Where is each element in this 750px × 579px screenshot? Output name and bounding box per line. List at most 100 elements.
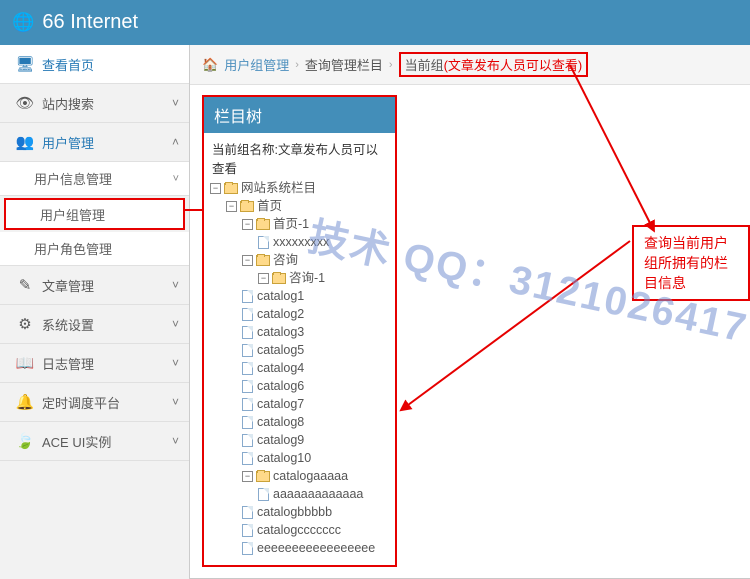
app-title: 66 Internet — [42, 11, 138, 34]
breadcrumb-mid: 查询管理栏目 — [305, 55, 383, 74]
sidebar-item[interactable]: 📖日志管理˅ — [0, 344, 189, 383]
tree-node[interactable]: catalog3 — [210, 323, 389, 341]
sidebar-item-label: 日志管理 — [42, 354, 172, 373]
annotation-callout: 查询当前用户组所拥有的栏目信息 — [632, 225, 750, 301]
tree-node-label: xxxxxxxxx — [273, 233, 329, 251]
tree-toggle-icon[interactable]: − — [242, 255, 253, 266]
sidebar-item[interactable]: 👁 站内搜索˅ — [0, 84, 189, 123]
sidebar-item[interactable]: 🖥 查看首页 — [0, 45, 189, 84]
tree-node[interactable]: catalog2 — [210, 305, 389, 323]
tree-node-label: catalog7 — [257, 395, 304, 413]
tree-node-label: 首页-1 — [273, 215, 309, 233]
sidebar-icon: 👁 — [14, 94, 36, 112]
page-icon — [242, 416, 253, 429]
tree-node-label: catalog4 — [257, 359, 304, 377]
tree-node[interactable]: −咨询 — [210, 251, 389, 269]
sidebar-icon: ⚙ — [14, 315, 36, 333]
chevron-icon: ˅ — [172, 96, 179, 110]
sidebar-subitem[interactable]: 用户组管理 — [4, 198, 185, 230]
tree-node[interactable]: −咨询-1 — [210, 269, 389, 287]
sidebar-item[interactable]: 🔔 定时调度平台˅ — [0, 383, 189, 422]
breadcrumb-link[interactable]: 用户组管理 — [224, 55, 289, 74]
tree-node-label: catalog9 — [257, 431, 304, 449]
tree-node[interactable]: eeeeeeeeeeeeeeeee — [210, 539, 389, 557]
sidebar-item[interactable]: ⚙ 系统设置˅ — [0, 305, 189, 344]
tree-node-label: 网站系统栏目 — [241, 179, 316, 197]
tree-node[interactable]: catalogbbbbb — [210, 503, 389, 521]
folder-icon — [240, 201, 254, 212]
tree-node[interactable]: catalog8 — [210, 413, 389, 431]
tree-node[interactable]: aaaaaaaaaaaaa — [210, 485, 389, 503]
chevron-right-icon: › — [389, 59, 393, 71]
tree-node-label: 首页 — [257, 197, 282, 215]
tree-node[interactable]: catalog1 — [210, 287, 389, 305]
sidebar-item[interactable]: 👥 用户管理˄ — [0, 123, 189, 162]
tree-node[interactable]: catalog10 — [210, 449, 389, 467]
page-icon — [242, 362, 253, 375]
layout: 🖥查看首页👁站内搜索˅👥用户管理˄用户信息管理˅用户组管理用户角色管理✎文章管理… — [0, 45, 750, 579]
tree-panel-subtitle: 当前组名称:文章发布人员可以查看 — [204, 133, 395, 179]
chevron-icon: ˅ — [172, 434, 179, 448]
page-icon — [242, 290, 253, 303]
sidebar-icon: 🔔 — [14, 393, 36, 411]
page-icon — [242, 398, 253, 411]
sidebar-item-label: 文章管理 — [42, 276, 172, 295]
sidebar-item-label: 站内搜索 — [42, 94, 172, 113]
tree-toggle-icon[interactable]: − — [226, 201, 237, 212]
chevron-icon: ˅ — [172, 395, 179, 409]
page-icon — [242, 524, 253, 537]
sidebar-icon: 🖥 — [14, 55, 36, 73]
folder-icon — [256, 255, 270, 266]
chevron-icon: ˅ — [172, 356, 179, 370]
tree-node[interactable]: catalog9 — [210, 431, 389, 449]
sidebar-icon: 🍃 — [14, 432, 36, 450]
tree-panel: 栏目树 当前组名称:文章发布人员可以查看 −网站系统栏目−首页−首页-1xxxx… — [202, 95, 397, 567]
sidebar-subitem-label: 用户组管理 — [40, 205, 105, 224]
page-icon — [242, 452, 253, 465]
sidebar-item-label: 系统设置 — [42, 315, 172, 334]
sidebar-item[interactable]: ✎文章管理˅ — [0, 266, 189, 305]
breadcrumb-current: 当前组(文章发布人员可以查看) — [399, 52, 589, 77]
tree-node[interactable]: catalog6 — [210, 377, 389, 395]
globe-icon: 🌐 — [12, 12, 34, 33]
sidebar-item-label: 定时调度平台 — [42, 393, 172, 412]
tree-node[interactable]: − 首页-1 — [210, 215, 389, 233]
sidebar-item[interactable]: 🍃ACE UI实例˅ — [0, 422, 189, 461]
sidebar-item-label: 查看首页 — [42, 55, 179, 74]
chevron-icon: ˅ — [172, 317, 179, 331]
tree: −网站系统栏目−首页−首页-1xxxxxxxxx−咨询−咨询-1catalog1… — [204, 179, 395, 565]
tree-node[interactable]: − catalogaaaaa — [210, 467, 389, 485]
tree-node-label: catalog10 — [257, 449, 311, 467]
tree-node-label: catalog6 — [257, 377, 304, 395]
sidebar-subitem[interactable]: 用户信息管理˅ — [0, 162, 189, 196]
tree-node[interactable]: catalog7 — [210, 395, 389, 413]
chevron-icon: ˄ — [172, 135, 179, 149]
tree-node[interactable]: catalog5 — [210, 341, 389, 359]
page-icon — [258, 488, 269, 501]
tree-panel-title: 栏目树 — [204, 97, 395, 133]
tree-node-label: catalogbbbbb — [257, 503, 332, 521]
sidebar-subitem[interactable]: 用户角色管理 — [0, 232, 189, 266]
breadcrumb-current-group: (文章发布人员可以查看) — [444, 58, 583, 73]
tree-toggle-icon[interactable]: − — [258, 273, 269, 284]
sidebar-subitem-label: 用户角色管理 — [34, 239, 112, 258]
tree-node-label: catalogaaaaa — [273, 467, 348, 485]
sidebar: 🖥查看首页👁站内搜索˅👥用户管理˄用户信息管理˅用户组管理用户角色管理✎文章管理… — [0, 45, 190, 579]
tree-toggle-icon[interactable]: − — [210, 183, 221, 194]
tree-toggle-icon[interactable]: − — [242, 471, 253, 482]
folder-icon — [272, 273, 286, 284]
tree-node[interactable]: catalog4 — [210, 359, 389, 377]
sidebar-item-label: 用户管理 — [42, 133, 172, 152]
tree-node-label: catalog1 — [257, 287, 304, 305]
folder-icon — [256, 219, 270, 230]
sidebar-icon: 👥 — [14, 133, 36, 151]
tree-node[interactable]: − 网站系统栏目 — [210, 179, 389, 197]
tree-node-label: catalog8 — [257, 413, 304, 431]
tree-node-label: catalog3 — [257, 323, 304, 341]
tree-node[interactable]: − 首页 — [210, 197, 389, 215]
tree-node[interactable]: catalogccccccc — [210, 521, 389, 539]
tree-toggle-icon[interactable]: − — [242, 219, 253, 230]
home-icon[interactable]: 🏠 — [202, 57, 218, 73]
page-icon — [242, 434, 253, 447]
tree-node[interactable]: xxxxxxxxx — [210, 233, 389, 251]
